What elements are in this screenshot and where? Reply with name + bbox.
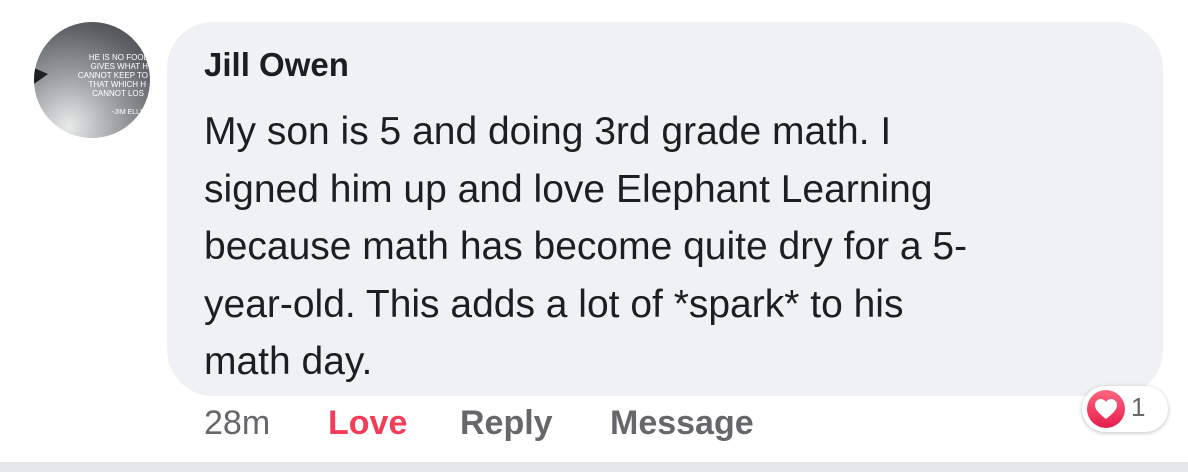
comment-text-line: signed him up and love Elephant Learning — [204, 167, 933, 211]
comment-text-line: My son is 5 and doing 3rd grade math. I — [204, 110, 892, 153]
timestamp[interactable]: 28m — [204, 404, 270, 443]
avatar-quote-line: CANNOT LOS — [92, 89, 144, 98]
author-name[interactable]: Jill Owen — [204, 46, 349, 84]
avatar-quote-line: THAT WHICH H — [89, 80, 147, 89]
comment: HE IS NO FOOL GIVES WHAT H CANNOT KEEP T… — [0, 0, 1188, 472]
avatar-quote-image: HE IS NO FOOL GIVES WHAT H CANNOT KEEP T… — [34, 53, 149, 116]
comment-text: My son is 5 and doing 3rd grade math. I … — [204, 103, 1124, 391]
comment-text-line: math day. — [204, 340, 373, 383]
avatar-quote-line: CANNOT KEEP TO — [78, 71, 148, 80]
avatar-quote-line: -JIM ELLI — [112, 109, 142, 116]
avatar-quote-line: HE IS NO FOOL — [89, 53, 149, 62]
comment-text-line: year-old. This adds a lot of *spark* to … — [204, 282, 904, 326]
comment-text-line: because math has become quite dry for a … — [204, 225, 968, 268]
divider — [0, 462, 1188, 472]
love-reaction-button[interactable]: Love — [328, 404, 407, 443]
avatar[interactable]: HE IS NO FOOL GIVES WHAT H CANNOT KEEP T… — [34, 22, 150, 138]
reply-button[interactable]: Reply — [460, 404, 553, 443]
message-button[interactable]: Message — [610, 404, 754, 443]
reaction-count: 1 — [1131, 392, 1146, 422]
reaction-summary[interactable]: 1 — [1082, 386, 1168, 432]
heart-icon — [1087, 390, 1125, 428]
avatar-quote-line: GIVES WHAT H — [91, 62, 149, 71]
